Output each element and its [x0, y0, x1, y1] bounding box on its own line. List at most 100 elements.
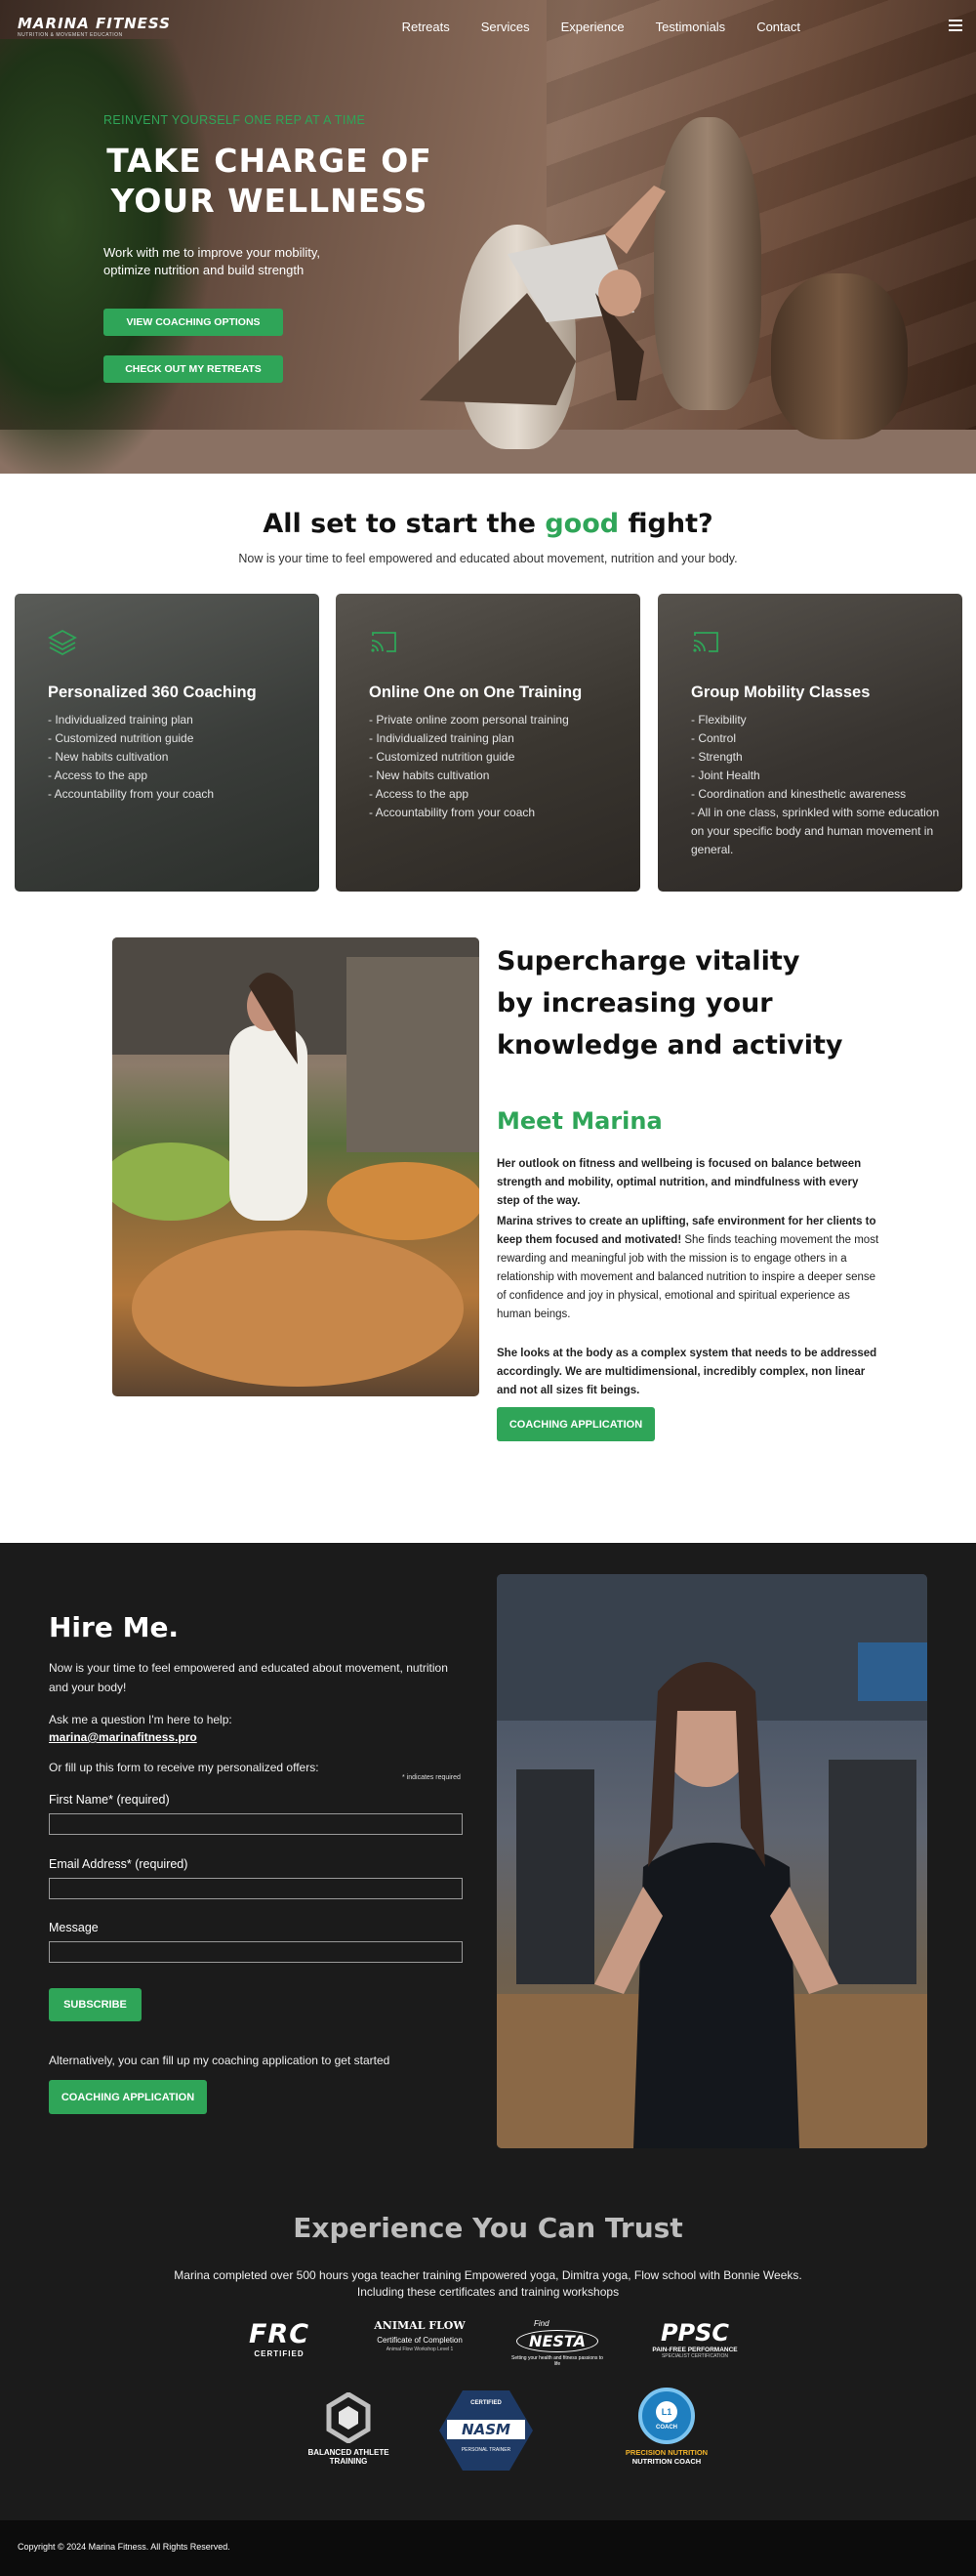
services-title-accent: good: [545, 509, 620, 539]
service-card-online-training[interactable]: Online One on One Training - Private onl…: [336, 594, 640, 892]
nav-link-testimonials[interactable]: Testimonials: [656, 20, 726, 34]
about-title-line: Supercharge vitality: [497, 946, 800, 976]
trust-text: Marina completed over 500 hours yoga tea…: [0, 2267, 976, 2301]
hire-alt-text: Alternatively, you can fill up my coachi…: [49, 2054, 390, 2067]
nav-link-services[interactable]: Services: [481, 20, 530, 34]
services-title-post: fight?: [628, 509, 713, 539]
required-note: * indicates required: [402, 1774, 461, 1781]
hire-email-wrap: marina@marinafitness.pro: [49, 1727, 197, 1747]
marina-gym-photo: [497, 1574, 927, 2148]
nav-link-experience[interactable]: Experience: [561, 20, 625, 34]
service-card-list: - Private online zoom personal training …: [369, 711, 623, 822]
cast-icon: [371, 632, 396, 652]
ppsc-small-text: SPECIALIST CERTIFICATION: [661, 2353, 729, 2359]
coaching-application-button[interactable]: COACHING APPLICATION: [497, 1407, 655, 1441]
hero-vase-image: [771, 273, 908, 439]
animal-flow-badge: ANIMAL FLOW Certificate of Completion An…: [366, 2319, 473, 2352]
about-title: Supercharge vitality by increasing your …: [497, 940, 848, 1066]
list-item: - Individualized training plan: [48, 713, 193, 727]
pn-main-text: PRECISION NUTRITION: [625, 2448, 709, 2457]
list-item: - Access to the app: [369, 787, 469, 801]
ppsc-badge: PPSC PAIN-FREE PERFORMANCE SPECIALIST CE…: [646, 2319, 744, 2359]
animal-flow-logo-text: ANIMAL FLOW: [374, 2319, 466, 2332]
brand-logo-tagline: NUTRITION & MOVEMENT EDUCATION: [18, 32, 123, 38]
message-label: Message: [49, 1921, 99, 1934]
service-card-list: - Flexibility - Control - Strength - Joi…: [691, 711, 945, 859]
frc-logo-text: FRC: [248, 2319, 310, 2349]
list-item: - Coordination and kinesthetic awareness: [691, 787, 907, 801]
service-card-title: Personalized 360 Coaching: [48, 684, 257, 701]
services-lead: Now is your time to feel empowered and e…: [238, 552, 738, 565]
view-coaching-options-button[interactable]: VIEW COACHING OPTIONS: [103, 309, 283, 336]
hamburger-icon[interactable]: [949, 20, 962, 31]
list-item: - Individualized training plan: [369, 731, 514, 745]
service-card-title: Group Mobility Classes: [691, 684, 871, 701]
list-item: - Accountability from your coach: [48, 787, 215, 801]
hire-intro: Now is your time to feel empowered and e…: [49, 1661, 448, 1694]
nesta-badge: Find NESTA Setting your health and fitne…: [510, 2319, 604, 2367]
copyright-text: Copyright © 2024 Marina Fitness. All Rig…: [18, 2542, 230, 2552]
top-navigation: MARINA FITNESS NUTRITION & MOVEMENT EDUC…: [0, 0, 976, 53]
pn-coach-text: COACH: [656, 2425, 677, 2431]
service-card-personalized-coaching[interactable]: Personalized 360 Coaching - Individualiz…: [15, 594, 319, 892]
list-item: - Control: [691, 731, 737, 745]
ppsc-logo-text: PPSC: [660, 2319, 730, 2347]
precision-nutrition-badge: L1 COACH PRECISION NUTRITION NUTRITION C…: [613, 2388, 720, 2466]
nav-link-retreats[interactable]: Retreats: [402, 20, 450, 34]
hire-section: Hire Me. Now is your time to feel empowe…: [0, 1543, 976, 2520]
nasm-badge: CERTIFIED NASM PERSONAL TRAINER: [439, 2390, 533, 2471]
about-p1-text: Her outlook on fitness and wellbeing is …: [497, 1158, 862, 1207]
layers-icon: [48, 629, 77, 655]
hero-subtitle: Work with me to improve your mobility, o…: [103, 245, 321, 277]
list-item: - Flexibility: [691, 713, 747, 727]
nasm-sub-text: PERSONAL TRAINER: [461, 2447, 511, 2453]
balanced-athlete-badge: BALANCED ATHLETE TRAINING: [298, 2391, 399, 2466]
meet-marina-heading: Meet Marina: [497, 1107, 663, 1135]
list-item: - All in one class, sprinkled with some …: [691, 806, 940, 856]
about-paragraph-2: Marina strives to create an uplifting, s…: [497, 1213, 879, 1324]
trust-title: Experience You Can Trust: [293, 2212, 683, 2244]
about-title-line: by increasing your: [497, 988, 773, 1018]
brand-logo[interactable]: MARINA FITNESS NUTRITION & MOVEMENT EDUC…: [18, 15, 171, 38]
list-item: - Access to the app: [48, 769, 148, 782]
pn-level-text: L1: [656, 2401, 677, 2423]
nav-links: Retreats Services Experience Testimonial…: [402, 20, 800, 34]
check-out-retreats-button[interactable]: CHECK OUT MY RETREATS: [103, 355, 283, 383]
nesta-sub-text: Setting your health and fitness passions…: [511, 2355, 603, 2367]
service-card-list: - Individualized training plan - Customi…: [48, 711, 302, 804]
list-item: - Customized nutrition guide: [48, 731, 194, 745]
hero-section: MARINA FITNESS NUTRITION & MOVEMENT EDUC…: [0, 0, 976, 474]
nasm-top-text: CERTIFIED: [470, 2400, 502, 2406]
email-link[interactable]: marina@marinafitness.pro: [49, 1730, 197, 1744]
list-item: - New habits cultivation: [369, 769, 490, 782]
gym-scene-image: [497, 1574, 927, 2148]
list-item: - Joint Health: [691, 769, 760, 782]
coaching-application-button[interactable]: COACHING APPLICATION: [49, 2080, 207, 2114]
service-card-title: Online One on One Training: [369, 684, 583, 701]
about-paragraph-3: She looks at the body as a complex syste…: [497, 1345, 879, 1400]
list-item: - New habits cultivation: [48, 750, 169, 764]
services-title-pre: All set to start the: [263, 509, 536, 539]
animal-flow-sub-text: Certificate of Completion: [377, 2336, 463, 2345]
email-label: Email Address* (required): [49, 1857, 188, 1871]
message-field[interactable]: [49, 1941, 463, 1963]
hero-title-line1: TAKE CHARGE OF: [106, 142, 432, 180]
brand-logo-name: MARINA FITNESS: [18, 15, 171, 32]
email-field[interactable]: [49, 1878, 463, 1899]
list-item: - Customized nutrition guide: [369, 750, 515, 764]
hero-eyebrow: REINVENT YOURSELF ONE REP AT A TIME: [103, 113, 366, 127]
frc-sub-text: CERTIFIED: [254, 2349, 305, 2358]
hire-ask: Ask me a question I'm here to help:: [49, 1713, 232, 1726]
grocery-scene-image: [112, 937, 479, 1387]
subscribe-button[interactable]: SUBSCRIBE: [49, 1988, 142, 2021]
services-title: All set to start the good fight?: [0, 509, 976, 539]
nav-link-contact[interactable]: Contact: [756, 20, 800, 34]
service-card-group-mobility[interactable]: Group Mobility Classes - Flexibility - C…: [658, 594, 962, 892]
marina-grocery-photo: [112, 937, 479, 1396]
cast-icon: [693, 632, 718, 652]
pn-sub-text: NUTRITION COACH: [631, 2457, 702, 2466]
ppsc-sub-text: PAIN-FREE PERFORMANCE: [652, 2347, 738, 2353]
footer: Copyright © 2024 Marina Fitness. All Rig…: [0, 2520, 976, 2576]
list-item: - Strength: [691, 750, 743, 764]
first-name-field[interactable]: [49, 1813, 463, 1835]
